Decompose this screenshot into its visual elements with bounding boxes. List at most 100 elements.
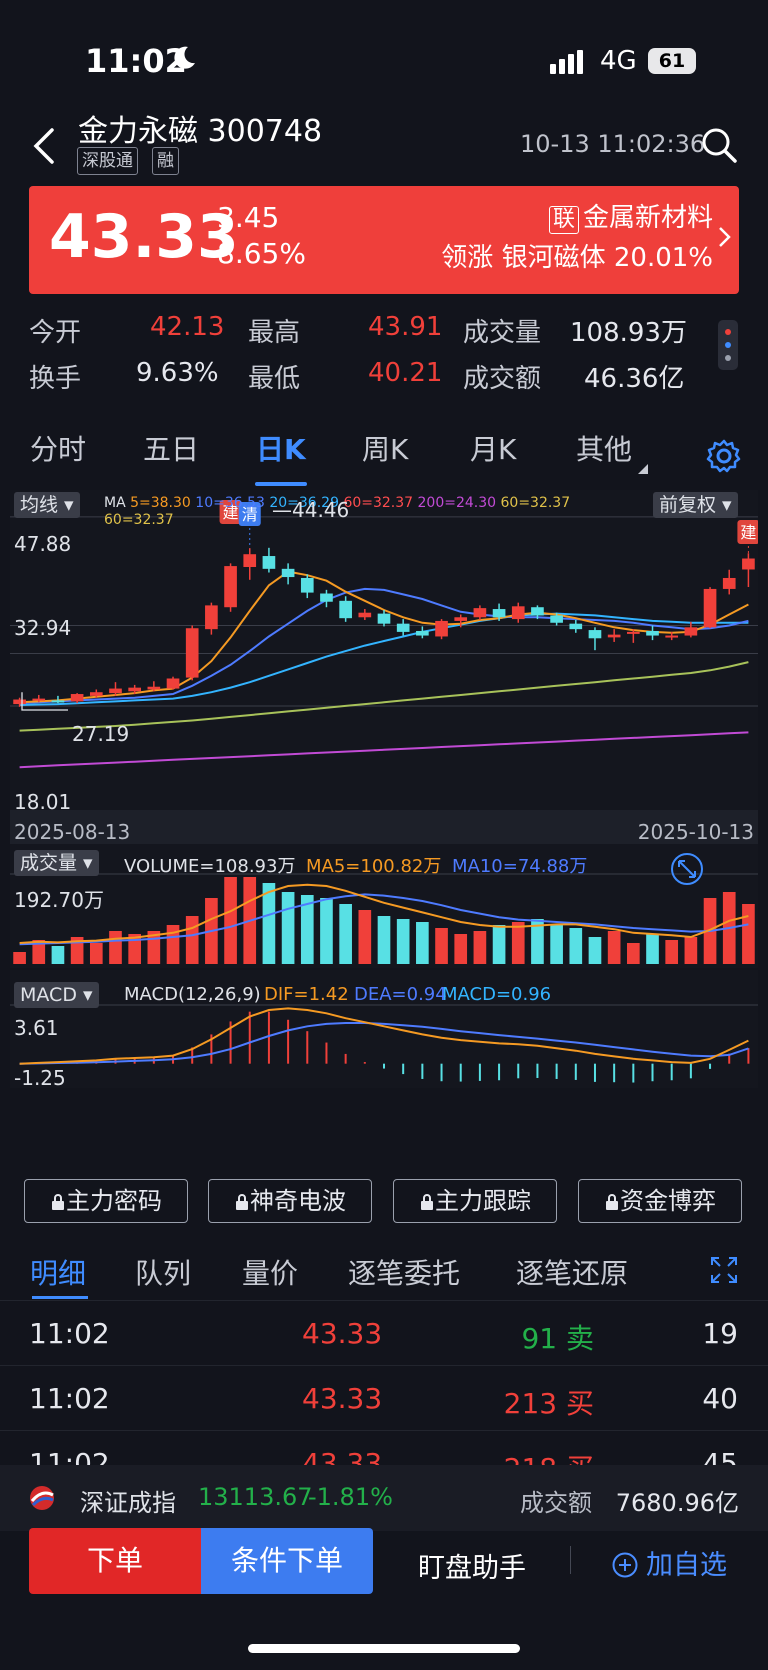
conditional-order-button[interactable]: 条件下单 xyxy=(201,1528,373,1594)
lead-percent: 20.01% xyxy=(613,243,713,273)
lock-icon xyxy=(421,1194,433,1210)
trade-time: 11:02 xyxy=(29,1382,110,1415)
candle-body xyxy=(320,593,333,602)
volume-bar xyxy=(396,919,410,964)
sector-name: 金属新材料 xyxy=(582,203,713,233)
candle-body xyxy=(684,627,698,636)
volume-bar xyxy=(646,934,659,964)
sector-info[interactable]: 联金属新材料 领涨 银河磁体 20.01% xyxy=(441,198,713,278)
candle-body xyxy=(665,635,679,638)
indicator-button[interactable]: 主力跟踪 xyxy=(393,1179,557,1223)
tab-other[interactable]: 其他 xyxy=(576,428,632,468)
volume-bar xyxy=(320,898,333,964)
volume-bar xyxy=(607,931,621,964)
table-row: 11:02 43.33 91 卖 19 xyxy=(0,1300,768,1365)
y-axis-mid: 32.94 xyxy=(14,616,72,640)
tab-detail[interactable]: 明细 xyxy=(30,1252,86,1292)
tab-queue[interactable]: 队列 xyxy=(135,1252,191,1292)
table-row: 11:02 43.33 218 买 45 xyxy=(0,1430,768,1466)
moon-icon xyxy=(174,46,195,69)
order-button[interactable]: 下单 xyxy=(29,1528,201,1594)
tag-shenguotong: 深股通 xyxy=(77,147,138,175)
candle-body xyxy=(416,630,429,636)
volume-bar xyxy=(742,904,755,964)
indicator-button[interactable]: 神奇电波 xyxy=(208,1179,372,1223)
active-tab-indicator xyxy=(255,482,307,486)
candle-body xyxy=(32,698,46,701)
candle-body xyxy=(396,623,410,632)
indicator-button[interactable]: 资金博弈 xyxy=(578,1179,742,1223)
candle-body xyxy=(185,628,199,678)
back-arrow-icon[interactable] xyxy=(26,126,66,166)
search-icon[interactable] xyxy=(700,126,738,164)
table-row: 11:02 43.33 213 买 40 xyxy=(0,1365,768,1430)
plus-circle-icon xyxy=(612,1552,638,1578)
macd-dif: DIF=1.42 xyxy=(264,984,349,1005)
gear-icon[interactable] xyxy=(706,438,742,474)
volume-bar xyxy=(185,916,199,964)
macd-chip-label: MACD xyxy=(20,984,77,1006)
macd-selector[interactable]: MACD ▾ xyxy=(14,982,99,1008)
last-price: 43.33 xyxy=(49,202,239,272)
volume-selector[interactable]: 成交量 ▾ xyxy=(14,850,99,876)
ma-selector[interactable]: 均线 ▾ xyxy=(14,492,80,518)
trade-count: 19 xyxy=(702,1317,738,1350)
trade-price: 43.33 xyxy=(302,1447,383,1466)
stat-value: 40.21 xyxy=(368,358,443,388)
tab-tick-restore[interactable]: 逐笔还原 xyxy=(516,1252,628,1292)
indicator-label: 主力跟踪 xyxy=(435,1187,531,1215)
kline-chart-panel[interactable]: 建清建 均线 ▾ 前复权 ▾ MA 5=38.30 10=36.53 20=36… xyxy=(10,490,758,1170)
trade-time: 11:02 xyxy=(29,1317,110,1350)
expand-icon[interactable] xyxy=(710,1256,738,1284)
price-banner[interactable]: 43.33 3.45 8.65% 联金属新材料 领涨 银河磁体 20.01% xyxy=(29,186,739,294)
index-change: -1.81% xyxy=(308,1483,393,1511)
ma-legend-item: 60=32.37 xyxy=(343,495,414,511)
watch-assistant-button[interactable]: 盯盘助手 xyxy=(418,1546,526,1585)
indicator-label: 神奇电波 xyxy=(250,1187,346,1215)
candle-body xyxy=(531,607,544,616)
price-change: 3.45 8.65% xyxy=(217,200,306,272)
chevron-right-icon xyxy=(719,227,731,247)
volume-ma5: MA5=100.82万 xyxy=(306,856,442,877)
stat-label: 今开 xyxy=(29,318,82,348)
tab-volume-price[interactable]: 量价 xyxy=(242,1252,298,1292)
fullscreen-circle-icon[interactable] xyxy=(670,852,704,886)
lock-icon xyxy=(606,1194,618,1210)
battery-icon: 61 xyxy=(648,48,696,74)
volume-bar xyxy=(473,931,487,964)
tab-five-day[interactable]: 五日 xyxy=(143,428,199,468)
candle-body xyxy=(646,630,659,636)
volume-bar xyxy=(454,934,468,964)
exchange-logo-icon xyxy=(30,1486,54,1510)
date-end: 2025-10-13 xyxy=(637,820,754,844)
tab-daily-k[interactable]: 日K xyxy=(256,428,306,468)
candle-body xyxy=(473,608,487,618)
tab-monthly-k[interactable]: 月K xyxy=(470,428,516,468)
candle-body xyxy=(339,600,352,619)
add-watchlist-button[interactable]: 加自选 xyxy=(612,1543,727,1582)
macd-value: MACD=0.96 xyxy=(442,984,552,1005)
indicator-button[interactable]: 主力密码 xyxy=(24,1179,188,1223)
stat-value: 43.91 xyxy=(368,312,443,342)
corner-triangle-icon xyxy=(638,464,648,474)
stat-value: 9.63% xyxy=(136,358,219,388)
index-ticker-bar[interactable]: 深证成指 13113.67 -1.81% 成交额 7680.96亿 xyxy=(0,1465,768,1531)
home-indicator xyxy=(248,1644,520,1653)
volume-bar xyxy=(224,877,237,964)
candle-body xyxy=(147,686,161,690)
macd-dea: DEA=0.94 xyxy=(354,984,447,1005)
lock-icon xyxy=(52,1194,64,1210)
trade-price: 43.33 xyxy=(302,1317,383,1350)
tab-weekly-k[interactable]: 周K xyxy=(362,428,408,468)
adjust-selector[interactable]: 前复权 ▾ xyxy=(653,492,738,518)
tab-intraday[interactable]: 分时 xyxy=(30,428,86,468)
more-dots-icon[interactable] xyxy=(718,320,738,370)
candle-body xyxy=(435,620,448,637)
candle-body xyxy=(627,631,640,634)
divider xyxy=(570,1546,571,1574)
volume-ma10: MA10=74.88万 xyxy=(452,856,588,877)
candle-body xyxy=(569,623,583,630)
ma-legend-item: 200=24.30 xyxy=(417,495,497,511)
candle-body xyxy=(281,568,295,578)
tab-order-by-order[interactable]: 逐笔委托 xyxy=(348,1252,460,1292)
